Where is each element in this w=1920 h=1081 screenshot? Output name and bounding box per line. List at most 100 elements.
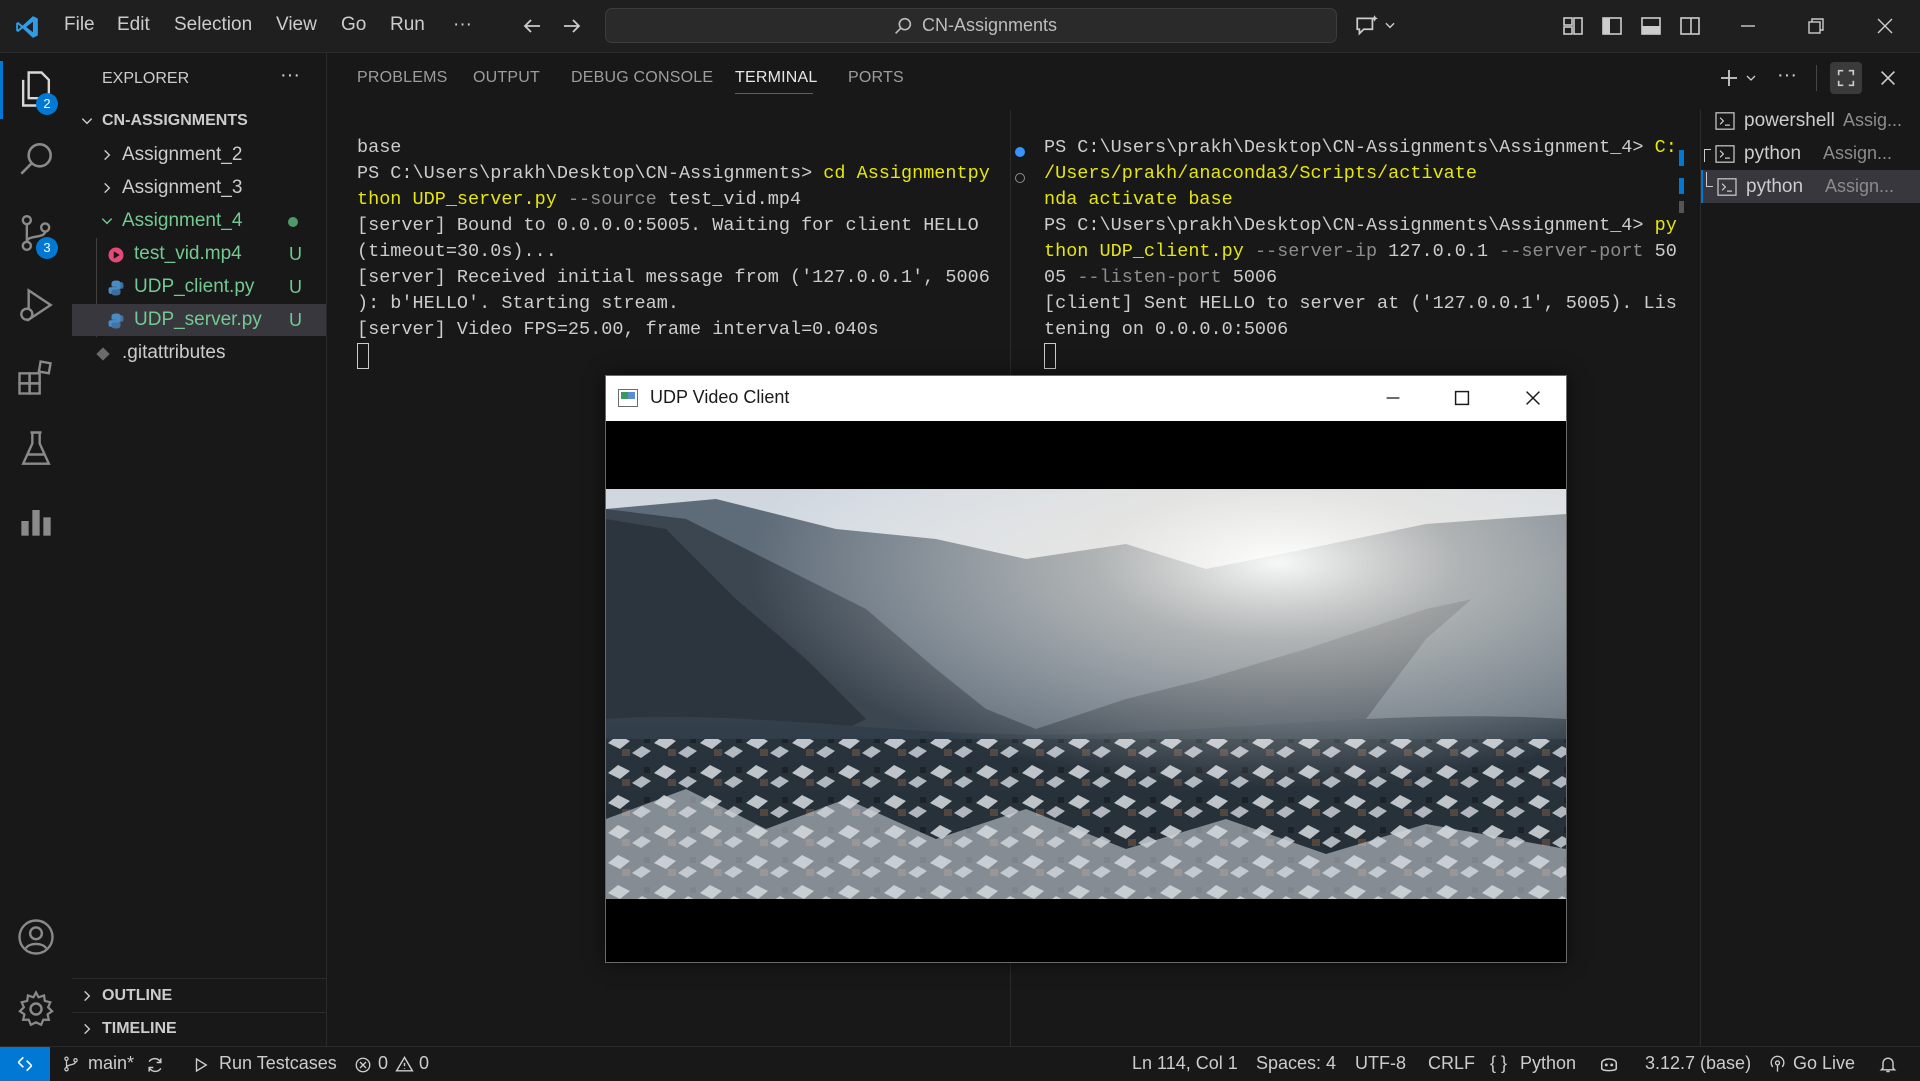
menu-run[interactable]: Run bbox=[390, 14, 425, 36]
file-udp-server[interactable]: UDP_server.py U bbox=[72, 304, 326, 336]
cursor-position[interactable]: Ln 114, Col 1 bbox=[1132, 1053, 1238, 1074]
file-udp-client[interactable]: UDP_client.py U bbox=[72, 271, 326, 303]
error-count[interactable]: 0 bbox=[378, 1053, 388, 1074]
explorer-button[interactable]: 2 bbox=[14, 67, 58, 115]
command-text: C: bbox=[1654, 137, 1677, 158]
maximize-panel-button[interactable] bbox=[1830, 62, 1862, 94]
folder-label: Assignment_2 bbox=[122, 144, 243, 165]
timeline-section[interactable]: TIMELINE bbox=[72, 1013, 326, 1045]
menu-edit[interactable]: Edit bbox=[117, 14, 150, 36]
menu-file[interactable]: File bbox=[64, 14, 95, 36]
udp-video-client-window[interactable]: UDP Video Client bbox=[605, 375, 1567, 963]
close-icon[interactable] bbox=[1522, 387, 1544, 409]
chevron-right-icon bbox=[84, 990, 91, 1002]
forward-arrow-icon[interactable] bbox=[560, 14, 584, 38]
branch-name[interactable]: main* bbox=[88, 1053, 134, 1074]
explorer-more-button[interactable]: ··· bbox=[280, 64, 300, 87]
workspace-root[interactable]: CN-ASSIGNMENTS bbox=[72, 105, 326, 137]
source-control-badge: 3 bbox=[36, 237, 58, 259]
tab-problems[interactable]: PROBLEMS bbox=[357, 69, 448, 87]
sync-icon[interactable] bbox=[145, 1055, 165, 1075]
active-indicator bbox=[0, 61, 3, 119]
menu-selection[interactable]: Selection bbox=[174, 14, 252, 36]
command-center-search[interactable]: CN-Assignments bbox=[605, 8, 1337, 43]
video-window-titlebar[interactable]: UDP Video Client bbox=[606, 376, 1566, 421]
toggle-panel-icon[interactable] bbox=[1639, 14, 1663, 38]
close-icon[interactable] bbox=[1873, 14, 1897, 38]
copilot-icon[interactable] bbox=[1598, 1054, 1620, 1074]
maximize-icon[interactable] bbox=[1451, 387, 1473, 409]
language-mode[interactable]: Python bbox=[1520, 1053, 1576, 1074]
tab-terminal[interactable]: TERMINAL bbox=[735, 69, 818, 87]
menu-go[interactable]: Go bbox=[341, 14, 366, 36]
folder-assignment-4[interactable]: Assignment_4 bbox=[72, 205, 326, 237]
copilot-chat-icon[interactable] bbox=[1354, 13, 1380, 39]
terminal-tab-python-1[interactable]: python Assign... bbox=[1701, 137, 1920, 170]
new-terminal-icon[interactable] bbox=[1717, 66, 1741, 90]
divider bbox=[72, 978, 326, 979]
tab-debug-console[interactable]: DEBUG CONSOLE bbox=[571, 69, 713, 87]
chevron-down-icon[interactable] bbox=[1745, 72, 1757, 84]
git-status-badge: U bbox=[289, 310, 302, 330]
source-control-button[interactable]: 3 bbox=[14, 211, 58, 259]
minimize-icon[interactable] bbox=[1382, 387, 1404, 409]
menu-view[interactable]: View bbox=[276, 14, 317, 36]
terminal-tab-python-2[interactable]: python Assign... bbox=[1701, 170, 1920, 203]
close-panel-icon[interactable] bbox=[1877, 67, 1899, 89]
bell-icon[interactable] bbox=[1878, 1054, 1898, 1074]
command-text: /Users/prakh/anaconda3/Scripts/activate bbox=[1044, 163, 1477, 184]
folder-label: Assignment_3 bbox=[122, 177, 243, 198]
toggle-primary-sidebar-icon[interactable] bbox=[1600, 14, 1624, 38]
outline-section[interactable]: OUTLINE bbox=[72, 980, 326, 1012]
toggle-secondary-sidebar-icon[interactable] bbox=[1678, 14, 1702, 38]
customize-layout-icon[interactable] bbox=[1561, 14, 1585, 38]
file-gitattributes[interactable]: .gitattributes bbox=[72, 337, 326, 369]
scrollbar-thumb[interactable] bbox=[1679, 201, 1684, 213]
error-icon bbox=[355, 1057, 371, 1073]
tab-ports[interactable]: PORTS bbox=[848, 69, 904, 87]
end-of-line[interactable]: CRLF bbox=[1428, 1053, 1475, 1074]
remote-indicator[interactable] bbox=[0, 1047, 50, 1081]
panel-more-button[interactable]: ··· bbox=[1777, 64, 1797, 87]
timeline-label: TIMELINE bbox=[102, 1020, 177, 1037]
chevron-down-icon[interactable] bbox=[1383, 18, 1397, 32]
menu-more[interactable]: ··· bbox=[453, 14, 472, 36]
scroll-marker bbox=[1679, 150, 1684, 166]
folder-assignment-2[interactable]: Assignment_2 bbox=[72, 139, 326, 171]
minimize-icon[interactable] bbox=[1736, 14, 1760, 38]
run-debug-button[interactable] bbox=[14, 283, 58, 327]
restore-icon[interactable] bbox=[1804, 14, 1828, 38]
terminal-tab-powershell[interactable]: powershell Assig... bbox=[1701, 104, 1920, 137]
accounts-button[interactable] bbox=[14, 915, 58, 959]
folder-assignment-3[interactable]: Assignment_3 bbox=[72, 172, 326, 204]
go-live-button[interactable]: Go Live bbox=[1793, 1053, 1855, 1074]
prompt: PS C:\Users\prakh\Desktop\CN-Assignments… bbox=[1044, 215, 1655, 236]
terminal-line bbox=[357, 343, 1017, 370]
terminal-line: PS C:\Users\prakh\Desktop\CN-Assignments… bbox=[1044, 135, 1704, 161]
file-test-vid[interactable]: test_vid.mp4 U bbox=[72, 238, 326, 270]
extensions-button[interactable] bbox=[14, 355, 58, 399]
manage-button[interactable] bbox=[14, 987, 58, 1031]
command-arg: 5006 bbox=[1232, 267, 1278, 288]
indentation[interactable]: Spaces: 4 bbox=[1256, 1053, 1336, 1074]
braces-icon: { } bbox=[1490, 1053, 1508, 1073]
warning-count[interactable]: 0 bbox=[419, 1053, 429, 1074]
file-label: test_vid.mp4 bbox=[134, 243, 242, 264]
run-icon bbox=[195, 1057, 208, 1073]
run-testcases-button[interactable]: Run Testcases bbox=[219, 1053, 337, 1074]
command-text: thon UDP_server.py bbox=[357, 189, 568, 210]
encoding[interactable]: UTF-8 bbox=[1355, 1053, 1406, 1074]
python-file-icon bbox=[108, 280, 124, 296]
terminal-tab-name: python bbox=[1744, 143, 1802, 164]
python-interpreter[interactable]: 3.12.7 (base) bbox=[1645, 1053, 1751, 1074]
back-arrow-icon[interactable] bbox=[520, 14, 544, 38]
search-icon bbox=[20, 143, 52, 175]
terminal-cursor bbox=[1044, 343, 1056, 369]
analytics-button[interactable] bbox=[14, 499, 58, 543]
search-button[interactable] bbox=[14, 137, 58, 181]
command-success-dot[interactable] bbox=[1015, 147, 1025, 157]
tab-output[interactable]: OUTPUT bbox=[473, 69, 540, 87]
command-pending-dot[interactable] bbox=[1015, 173, 1025, 183]
extensions-icon bbox=[18, 360, 52, 395]
testing-button[interactable] bbox=[14, 427, 58, 471]
